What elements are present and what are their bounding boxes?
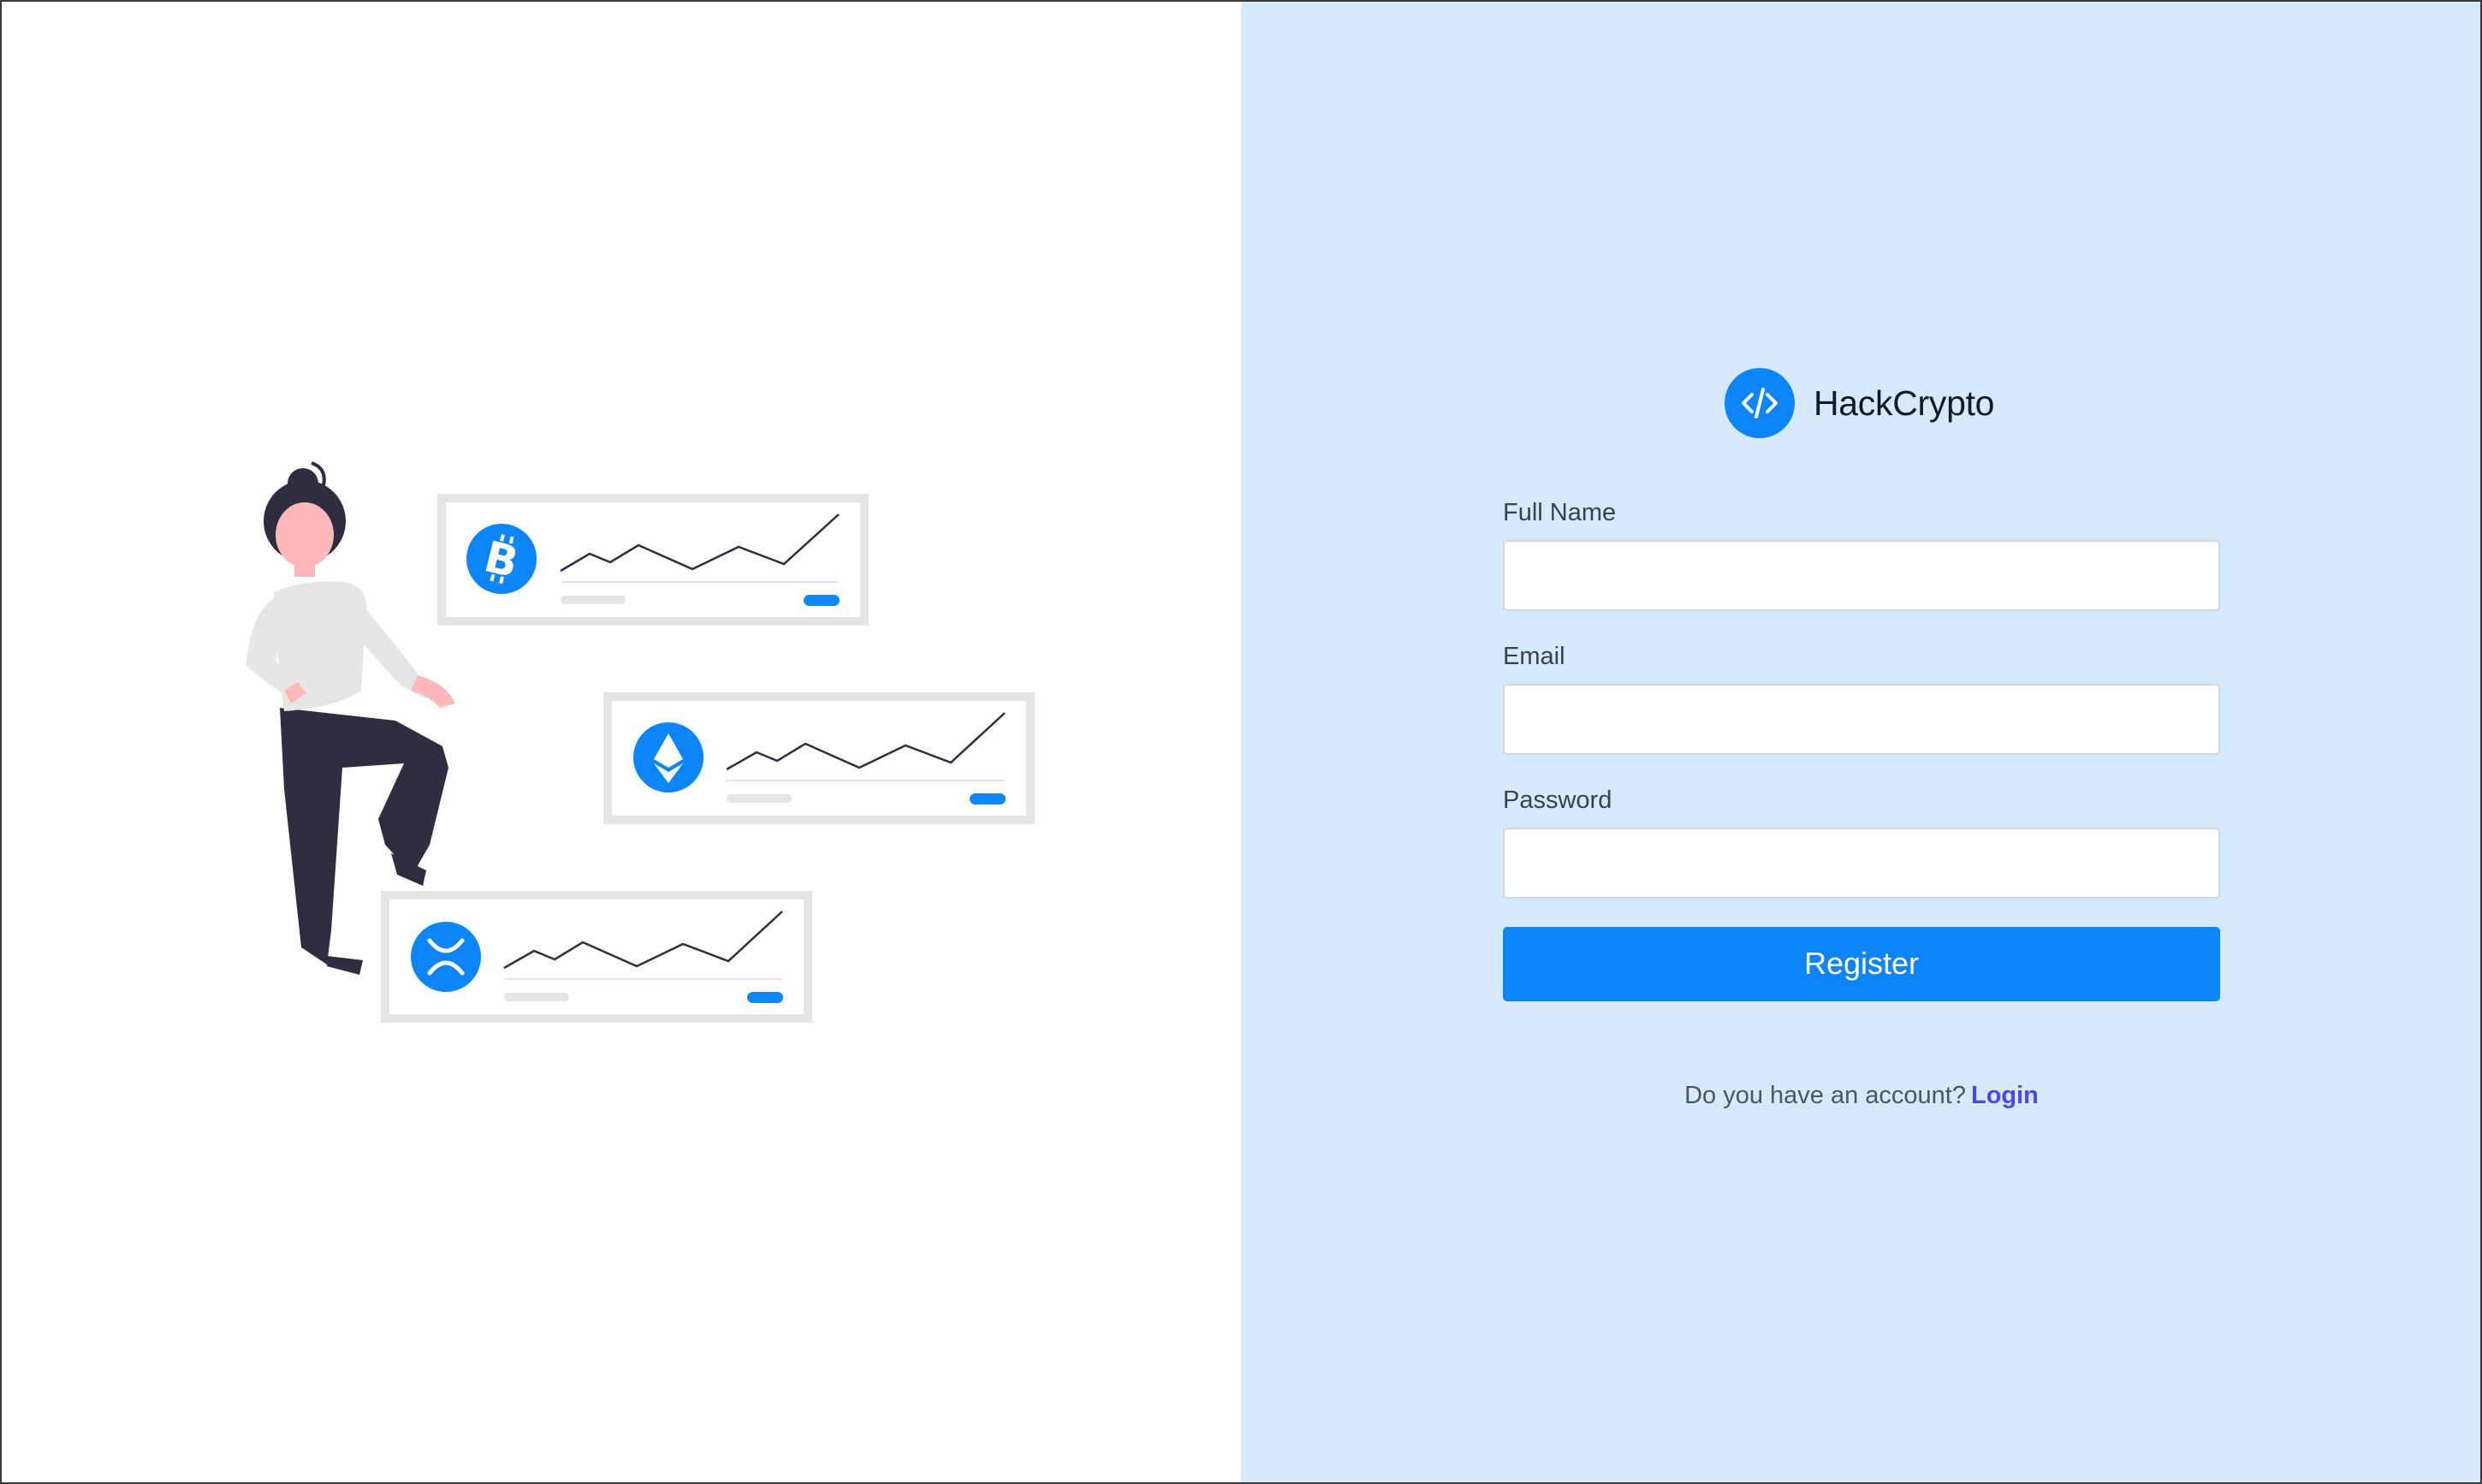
app-window: B HackCrypto Full Name Email Password Re… — [0, 0, 2482, 1484]
full-name-field-group: Full Name — [1503, 499, 2220, 611]
login-link[interactable]: Login — [1971, 1082, 2039, 1109]
login-prompt: Do you have an account? Login — [1503, 1082, 2220, 1110]
ripple-card — [381, 891, 812, 1023]
account-prompt-text: Do you have an account? — [1684, 1082, 1966, 1109]
crypto-illustration: B — [246, 461, 1035, 1023]
register-form: Full Name Email Password Register — [1503, 499, 2220, 1001]
ethereum-card — [603, 692, 1035, 824]
register-button[interactable]: Register — [1503, 926, 2220, 1001]
ethereum-icon — [633, 722, 704, 792]
code-icon — [1725, 368, 1795, 438]
brand-name: HackCrypto — [1814, 383, 1995, 423]
bitcoin-icon: B — [466, 524, 537, 594]
register-panel: HackCrypto Full Name Email Password Regi… — [1241, 2, 2480, 1482]
password-label: Password — [1503, 786, 1612, 814]
email-field-group: Email — [1503, 642, 2220, 755]
full-name-label: Full Name — [1503, 499, 1617, 526]
brand-header: HackCrypto — [1725, 368, 1994, 438]
full-name-input[interactable] — [1503, 539, 2220, 611]
password-input[interactable] — [1503, 827, 2220, 899]
illustration-panel: B — [2, 2, 1241, 1482]
email-label: Email — [1503, 642, 1565, 670]
bitcoin-card: B — [437, 494, 869, 626]
code-glyph — [1742, 388, 1778, 418]
ripple-icon — [411, 922, 481, 992]
email-input[interactable] — [1503, 683, 2220, 755]
password-field-group: Password — [1503, 787, 2220, 899]
